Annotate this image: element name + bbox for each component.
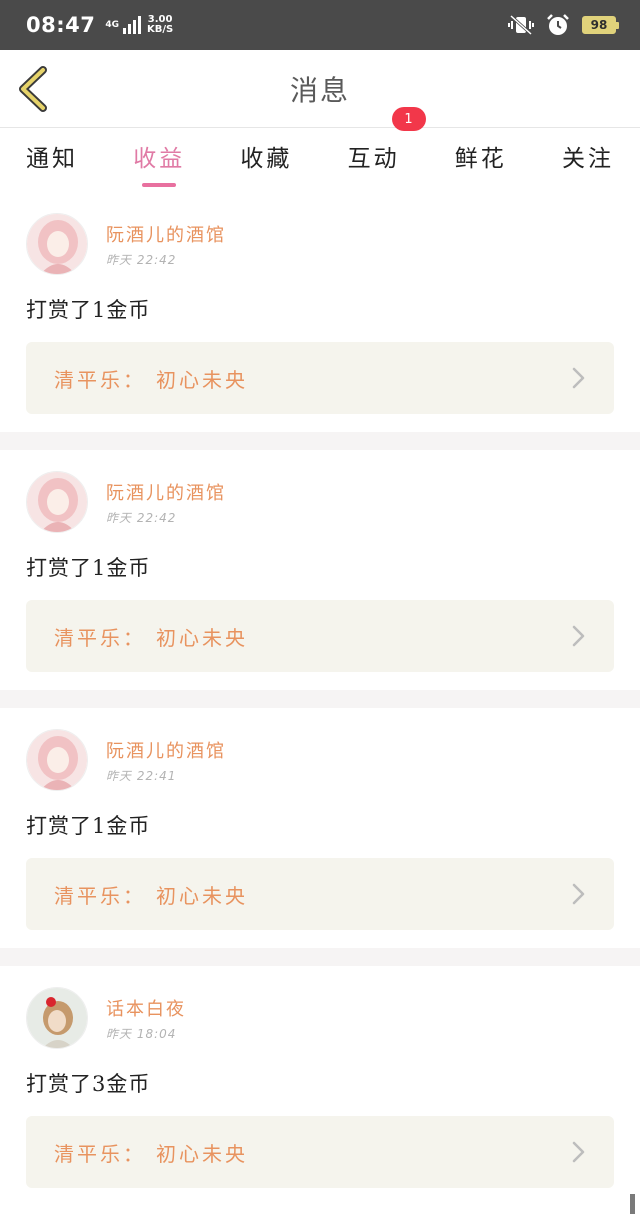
chevron-right-icon bbox=[572, 625, 585, 647]
network-speed-unit: KB/S bbox=[147, 24, 174, 35]
avatar[interactable] bbox=[26, 987, 88, 1049]
work-link-card[interactable]: 清平乐： 初心未央 bbox=[26, 858, 614, 930]
tab-bar: 通知 收益 收藏 互动 1 鲜花 关注 bbox=[0, 107, 640, 190]
tab-label: 通知 bbox=[26, 146, 78, 172]
reward-text: 打赏了1金币 bbox=[26, 814, 151, 838]
avatar[interactable] bbox=[26, 471, 88, 533]
unread-badge: 1 bbox=[391, 107, 426, 131]
username[interactable]: 阮酒儿的酒馆 bbox=[106, 221, 226, 247]
reward-text: 打赏了1金币 bbox=[26, 298, 151, 322]
work-series-label: 清平乐： bbox=[54, 1141, 146, 1166]
avatar[interactable] bbox=[26, 729, 88, 791]
timestamp: 昨天 18:04 bbox=[106, 1026, 177, 1041]
work-title: 初心未央 bbox=[156, 367, 248, 392]
status-bar: 08:47 4G 3.00 KB/S 98 bbox=[0, 0, 640, 50]
tab-label: 互动 bbox=[347, 146, 400, 172]
back-button[interactable] bbox=[16, 66, 52, 112]
username[interactable]: 阮酒儿的酒馆 bbox=[106, 737, 226, 763]
divider bbox=[0, 432, 640, 450]
network-speed: 3.00 KB/S bbox=[147, 15, 173, 35]
signal-icon bbox=[123, 16, 142, 34]
scrollbar[interactable] bbox=[630, 1194, 635, 1214]
reward-text: 打赏了3金币 bbox=[26, 1072, 151, 1096]
tab-favorites[interactable]: 收藏 bbox=[240, 139, 292, 179]
timestamp: 昨天 22:41 bbox=[106, 768, 177, 783]
tab-earnings[interactable]: 收益 bbox=[133, 139, 185, 179]
tab-label: 鲜花 bbox=[454, 146, 507, 172]
message-list: 阮酒儿的酒馆 昨天 22:42 打赏了1金币 清平乐： 初心未央 阮酒儿的酒馆 … bbox=[0, 190, 640, 1206]
timestamp: 昨天 22:42 bbox=[106, 510, 177, 525]
alarm-icon bbox=[547, 14, 569, 35]
battery-icon: 98 bbox=[582, 16, 619, 34]
tab-interactions[interactable]: 互动 1 bbox=[347, 107, 426, 179]
tab-label: 关注 bbox=[561, 146, 614, 172]
divider bbox=[0, 948, 640, 966]
battery-level: 98 bbox=[590, 18, 608, 32]
tab-notifications[interactable]: 通知 bbox=[26, 139, 78, 179]
chevron-left-icon bbox=[19, 66, 47, 112]
vibrate-mute-icon bbox=[508, 14, 534, 36]
page-title: 消息 bbox=[289, 73, 350, 107]
username[interactable]: 阮酒儿的酒馆 bbox=[106, 479, 226, 505]
work-link-card[interactable]: 清平乐： 初心未央 bbox=[26, 600, 614, 672]
list-item: 阮酒儿的酒馆 昨天 22:41 打赏了1金币 清平乐： 初心未央 bbox=[0, 708, 640, 948]
chevron-right-icon bbox=[572, 367, 585, 389]
work-series-label: 清平乐： bbox=[54, 625, 146, 650]
timestamp: 昨天 22:42 bbox=[106, 252, 177, 267]
divider bbox=[0, 690, 640, 708]
tab-following[interactable]: 关注 bbox=[562, 139, 614, 179]
work-link-card[interactable]: 清平乐： 初心未央 bbox=[26, 1116, 614, 1188]
tab-label: 收益 bbox=[133, 146, 186, 172]
work-series-label: 清平乐： bbox=[54, 883, 146, 908]
list-item: 阮酒儿的酒馆 昨天 22:42 打赏了1金币 清平乐： 初心未央 bbox=[0, 450, 640, 690]
reward-text: 打赏了1金币 bbox=[26, 556, 151, 580]
list-item: 阮酒儿的酒馆 昨天 22:42 打赏了1金币 清平乐： 初心未央 bbox=[0, 192, 640, 432]
work-series-label: 清平乐： bbox=[54, 367, 146, 392]
tab-label: 收藏 bbox=[240, 146, 293, 172]
chevron-right-icon bbox=[572, 883, 585, 905]
work-title: 初心未央 bbox=[156, 1141, 248, 1166]
network-type: 4G bbox=[105, 19, 120, 30]
tab-flowers[interactable]: 鲜花 bbox=[455, 139, 507, 179]
chevron-right-icon bbox=[572, 1141, 585, 1163]
list-item: 话本白夜 昨天 18:04 打赏了3金币 清平乐： 初心未央 bbox=[0, 966, 640, 1206]
network-indicator: 4G bbox=[105, 16, 142, 34]
username[interactable]: 话本白夜 bbox=[106, 995, 186, 1021]
avatar[interactable] bbox=[26, 213, 88, 275]
status-time: 08:47 bbox=[26, 13, 96, 37]
app-header: 消息 bbox=[0, 50, 640, 128]
work-title: 初心未央 bbox=[156, 625, 248, 650]
work-link-card[interactable]: 清平乐： 初心未央 bbox=[26, 342, 614, 414]
work-title: 初心未央 bbox=[156, 883, 248, 908]
